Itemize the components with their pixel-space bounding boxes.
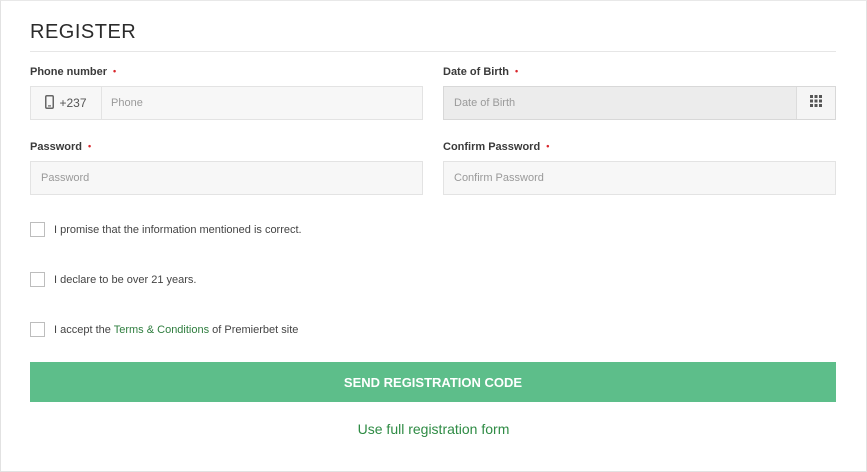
phone-label-text: Phone number	[30, 66, 108, 78]
phone-label: Phone number •	[30, 66, 116, 78]
confirm-password-label-text: Confirm Password	[443, 141, 541, 153]
password-label: Password •	[30, 141, 91, 153]
checkbox-label: I declare to be over 21 years.	[54, 273, 197, 286]
dob-label: Date of Birth •	[443, 66, 518, 78]
confirm-password-label: Confirm Password •	[443, 141, 549, 153]
title-divider	[30, 51, 836, 52]
checkbox-label: I accept the Terms & Conditions of Premi…	[54, 324, 298, 336]
check-row-info-correct: I promise that the information mentioned…	[30, 222, 302, 237]
checkbox-terms[interactable]	[30, 322, 45, 337]
calendar-grid-icon	[810, 94, 822, 112]
check-row-terms: I accept the Terms & Conditions of Premi…	[30, 322, 298, 337]
mobile-phone-icon	[45, 94, 55, 112]
password-field	[30, 161, 423, 195]
country-code: +237	[59, 96, 87, 110]
checkbox-over-21[interactable]	[30, 272, 45, 287]
checkbox-label: I promise that the information mentioned…	[54, 223, 302, 236]
terms-text-before: I accept the	[54, 323, 114, 336]
page-title: REGISTER	[30, 21, 137, 43]
terms-text-after: of Premierbet site	[209, 323, 299, 336]
required-mark: •	[515, 66, 519, 76]
phone-input[interactable]	[101, 87, 422, 119]
calendar-button[interactable]	[796, 87, 835, 119]
country-code-prefix[interactable]: +237	[31, 87, 102, 119]
dob-field	[443, 86, 836, 120]
dob-label-text: Date of Birth	[443, 66, 509, 78]
full-registration-link[interactable]: Use full registration form	[0, 421, 867, 437]
check-row-over-21: I declare to be over 21 years.	[30, 272, 196, 287]
password-label-text: Password	[30, 141, 82, 153]
required-mark: •	[87, 141, 92, 151]
required-mark: •	[113, 66, 117, 76]
dob-input[interactable]	[444, 87, 797, 119]
phone-field: +237	[30, 86, 423, 120]
confirm-password-input[interactable]	[444, 162, 835, 194]
confirm-password-field	[443, 161, 836, 195]
send-registration-code-button[interactable]: SEND REGISTRATION CODE	[30, 362, 836, 402]
terms-conditions-link[interactable]: Terms & Conditions	[114, 324, 209, 336]
checkbox-info-correct[interactable]	[30, 222, 45, 237]
required-mark: •	[546, 141, 550, 151]
password-input[interactable]	[31, 162, 422, 194]
